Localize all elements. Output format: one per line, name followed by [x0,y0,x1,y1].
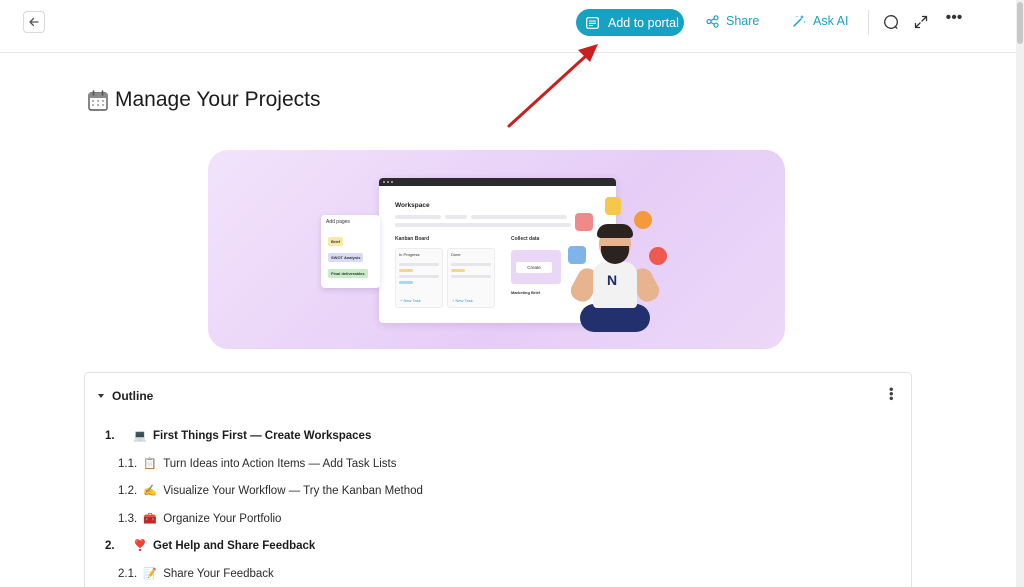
outline-item-label: Visualize Your Workflow — Try the Kanban… [163,484,423,497]
expand-icon [914,15,928,29]
mockup-newtask: + New Task [452,298,473,303]
mockup-pill [399,269,413,272]
mockup-brief-label: Marketing Brief [511,290,541,295]
magic-wand-icon [793,15,806,27]
mockup-done-column: Done + New Task [447,248,495,308]
illustration-legs [580,304,650,332]
folder-sticker-icon [568,246,586,264]
toolbar-divider [868,10,869,35]
mockup-titlebar [379,178,616,186]
outline-item-number: 2. [105,539,115,552]
outline-more-button[interactable]: ••• [884,387,899,401]
clipboard-icon: 📋 [143,458,158,470]
outline-item-number: 2.1. [118,567,138,580]
calendar-icon [88,89,108,111]
toolbox-icon: 🧰 [143,513,158,525]
arrow-left-icon [29,17,39,27]
add-to-portal-button[interactable]: Add to portal [576,9,684,36]
annotation-arrow-shaft [507,52,590,128]
outline-toggle[interactable]: Outline [98,389,153,403]
calendar-sticker-icon [575,213,593,231]
pie-chart-sticker-icon [634,211,652,229]
outline-item[interactable]: 2. ❣️ Get Help and Share Feedback [105,539,316,553]
outline-item-number: 1.3. [118,512,138,525]
outline-item-label: First Things First — Create Workspaces [153,429,372,442]
document-sticker-icon [605,197,621,215]
mockup-inprogress-label: In Progress [399,252,420,257]
portal-icon [586,16,599,29]
mockup-pill [399,275,439,278]
scrollbar-thumb[interactable] [1017,2,1023,44]
outline-item-label: Share Your Feedback [163,567,274,580]
mockup-brief-pill: Brief [328,237,344,246]
mockup-pill [451,269,465,272]
more-options-button[interactable]: ••• [945,9,963,27]
mockup-line [395,223,571,227]
mockup-line [471,215,567,219]
mockup-final-pill: Final deliverables [328,269,368,278]
outline-item-label: Get Help and Share Feedback [153,539,316,552]
more-vertical-icon: ••• [884,387,899,401]
share-icon [706,14,719,28]
vertical-scrollbar[interactable] [1016,0,1024,587]
mockup-swot-pill: SWOT Analysis [328,253,364,262]
illustration-shirt-logo: N [607,272,618,288]
outline-card: Outline ••• 1. 💻 First Things First — Cr… [84,372,912,587]
mockup-pill [399,281,413,284]
mockup-line [395,215,441,219]
outline-item[interactable]: 1.2. ✍️ Visualize Your Workflow — Try th… [118,484,423,498]
more-horizontal-icon: ••• [945,9,963,26]
caret-down-icon [98,394,104,398]
outline-item-number: 1. [105,429,115,442]
mockup-kanban-label: Kanban Board [395,236,430,242]
expand-button[interactable] [912,13,930,31]
hero-banner-image: Workspace Kanban Board Collect data In P… [208,150,785,349]
share-button[interactable]: Share [706,14,759,28]
comment-button[interactable] [882,13,900,31]
comment-icon [884,15,898,29]
outline-item-number: 1.2. [118,484,138,497]
memo-icon: 📝 [143,568,158,580]
illustration-hair [597,224,633,238]
mockup-workspace-label: Workspace [395,202,430,209]
laptop-icon: 💻 [133,430,147,442]
outline-item[interactable]: 1.1. 📋 Turn Ideas into Action Items — Ad… [118,457,397,471]
outline-item-label: Turn Ideas into Action Items — Add Task … [163,457,397,470]
outline-item-label: Organize Your Portfolio [163,512,282,525]
mockup-pill [399,263,439,266]
back-button[interactable] [23,11,45,33]
mockup-done-label: Done [451,252,461,257]
mockup-collect-label: Collect data [511,236,540,242]
outline-item[interactable]: 1.3. 🧰 Organize Your Portfolio [118,512,282,526]
share-label: Share [726,14,760,28]
page-title-row: Manage Your Projects [88,88,320,112]
mockup-line [445,215,467,219]
page-title: Manage Your Projects [115,88,321,111]
mockup-inprogress-column: In Progress + New Task [395,248,443,308]
outline-heading: Outline [112,389,154,403]
alarm-clock-sticker-icon [649,247,667,265]
writing-hand-icon: ✍️ [143,485,158,497]
add-to-portal-label: Add to portal [608,15,679,30]
top-toolbar: Add to portal Share Ask AI ••• [0,0,1016,53]
heart-exclamation-icon: ❣️ [133,540,147,552]
mockup-pill [451,275,491,278]
outline-item[interactable]: 1. 💻 First Things First — Create Workspa… [105,429,372,443]
outline-item[interactable]: 2.1. 📝 Share Your Feedback [118,567,274,581]
mockup-add-pages-panel: Add pages Brief SWOT Analysis Final deli… [321,215,380,288]
mockup-pill [451,263,491,266]
mockup-add-pages-label: Add pages [326,219,350,225]
ask-ai-button[interactable]: Ask AI [792,14,848,28]
mockup-create-button: Create [516,262,552,273]
mockup-newtask: + New Task [400,298,421,303]
ask-ai-label: Ask AI [813,14,849,28]
outline-item-number: 1.1. [118,457,138,470]
